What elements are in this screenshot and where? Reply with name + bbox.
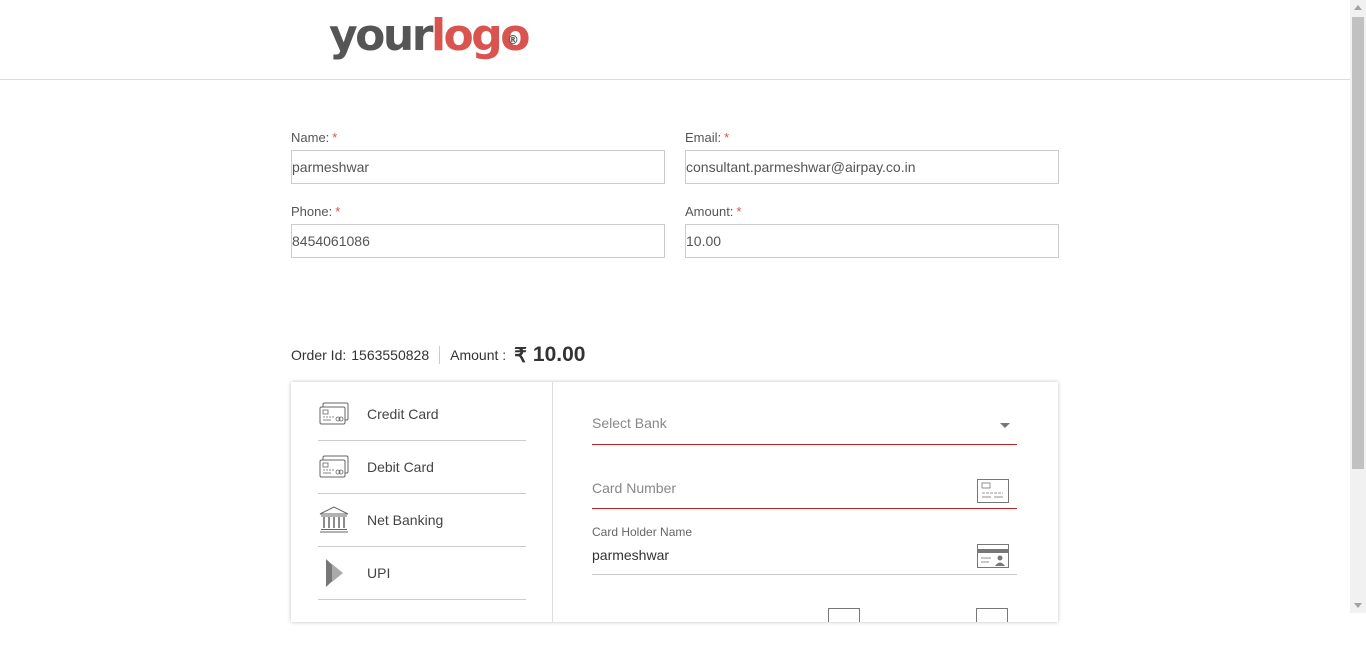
- logo-word-your: your: [329, 10, 433, 61]
- menu-item-label: Net Banking: [367, 512, 444, 528]
- site-header: yourlogo ®: [0, 0, 1350, 80]
- select-bank-placeholder: Select Bank: [592, 415, 667, 431]
- required-mark: *: [736, 204, 742, 219]
- scroll-up-arrow-icon[interactable]: [1354, 5, 1362, 10]
- scroll-down-arrow-icon[interactable]: [1354, 603, 1362, 608]
- expiry-icon: [828, 608, 860, 622]
- cvv-icon: [976, 608, 1008, 622]
- email-label: Email: *: [685, 130, 729, 145]
- menu-item-label: Credit Card: [367, 406, 439, 422]
- phone-label-text: Phone:: [291, 204, 333, 219]
- amount-field[interactable]: [685, 224, 1059, 258]
- card-holder-label: Card Holder Name: [592, 525, 693, 539]
- debit-card-icon: [318, 453, 350, 481]
- amount-label: Amount: *: [685, 204, 741, 219]
- rupee-symbol: ₹: [514, 344, 527, 367]
- registered-mark: ®: [507, 33, 519, 47]
- card-chip-icon: [977, 479, 1009, 508]
- upi-icon: [318, 559, 350, 587]
- menu-item-credit-card[interactable]: Credit Card: [318, 388, 526, 441]
- name-label: Name: *: [291, 130, 337, 145]
- menu-item-debit-card[interactable]: Debit Card: [318, 441, 526, 494]
- divider: [439, 346, 441, 364]
- required-mark: *: [332, 130, 338, 145]
- required-mark: *: [335, 204, 341, 219]
- scrollbar-thumb[interactable]: [1352, 17, 1364, 469]
- amount-label-text: Amount:: [685, 204, 734, 219]
- chevron-down-icon: [1000, 423, 1010, 428]
- select-bank-dropdown[interactable]: Select Bank: [592, 406, 1017, 445]
- order-id-value: 1563550828: [351, 347, 430, 363]
- required-mark: *: [724, 130, 730, 145]
- card-holder-value: parmeshwar: [592, 547, 670, 563]
- brand-logo: yourlogo ®: [329, 8, 530, 64]
- email-field[interactable]: [685, 150, 1059, 184]
- order-summary: Order Id: 1563550828 Amount : ₹ 10.00: [291, 342, 585, 368]
- payment-panel: Credit Card Debit Card Net Banking UPI S…: [291, 382, 1058, 622]
- menu-item-label: Debit Card: [367, 459, 434, 475]
- credit-card-icon: [318, 400, 350, 428]
- menu-item-net-banking[interactable]: Net Banking: [318, 494, 526, 547]
- id-card-icon: [977, 544, 1009, 573]
- phone-field[interactable]: [291, 224, 665, 258]
- vertical-scrollbar[interactable]: [1350, 0, 1366, 613]
- email-label-text: Email:: [685, 130, 722, 145]
- card-number-field[interactable]: Card Number: [592, 470, 1017, 509]
- menu-item-label: UPI: [367, 565, 391, 581]
- order-id-label: Order Id:: [291, 347, 347, 363]
- payment-method-menu: Credit Card Debit Card Net Banking UPI: [291, 382, 553, 622]
- card-number-placeholder: Card Number: [592, 480, 677, 496]
- card-holder-field[interactable]: Card Holder Name parmeshwar: [592, 522, 1017, 575]
- order-amount-value: 10.00: [532, 343, 586, 366]
- bank-icon: [318, 506, 350, 534]
- name-label-text: Name:: [291, 130, 330, 145]
- phone-label: Phone: *: [291, 204, 340, 219]
- name-field[interactable]: [291, 150, 665, 184]
- menu-item-more[interactable]: [318, 600, 526, 652]
- order-amount-label: Amount :: [450, 347, 507, 363]
- menu-item-upi[interactable]: UPI: [318, 547, 526, 600]
